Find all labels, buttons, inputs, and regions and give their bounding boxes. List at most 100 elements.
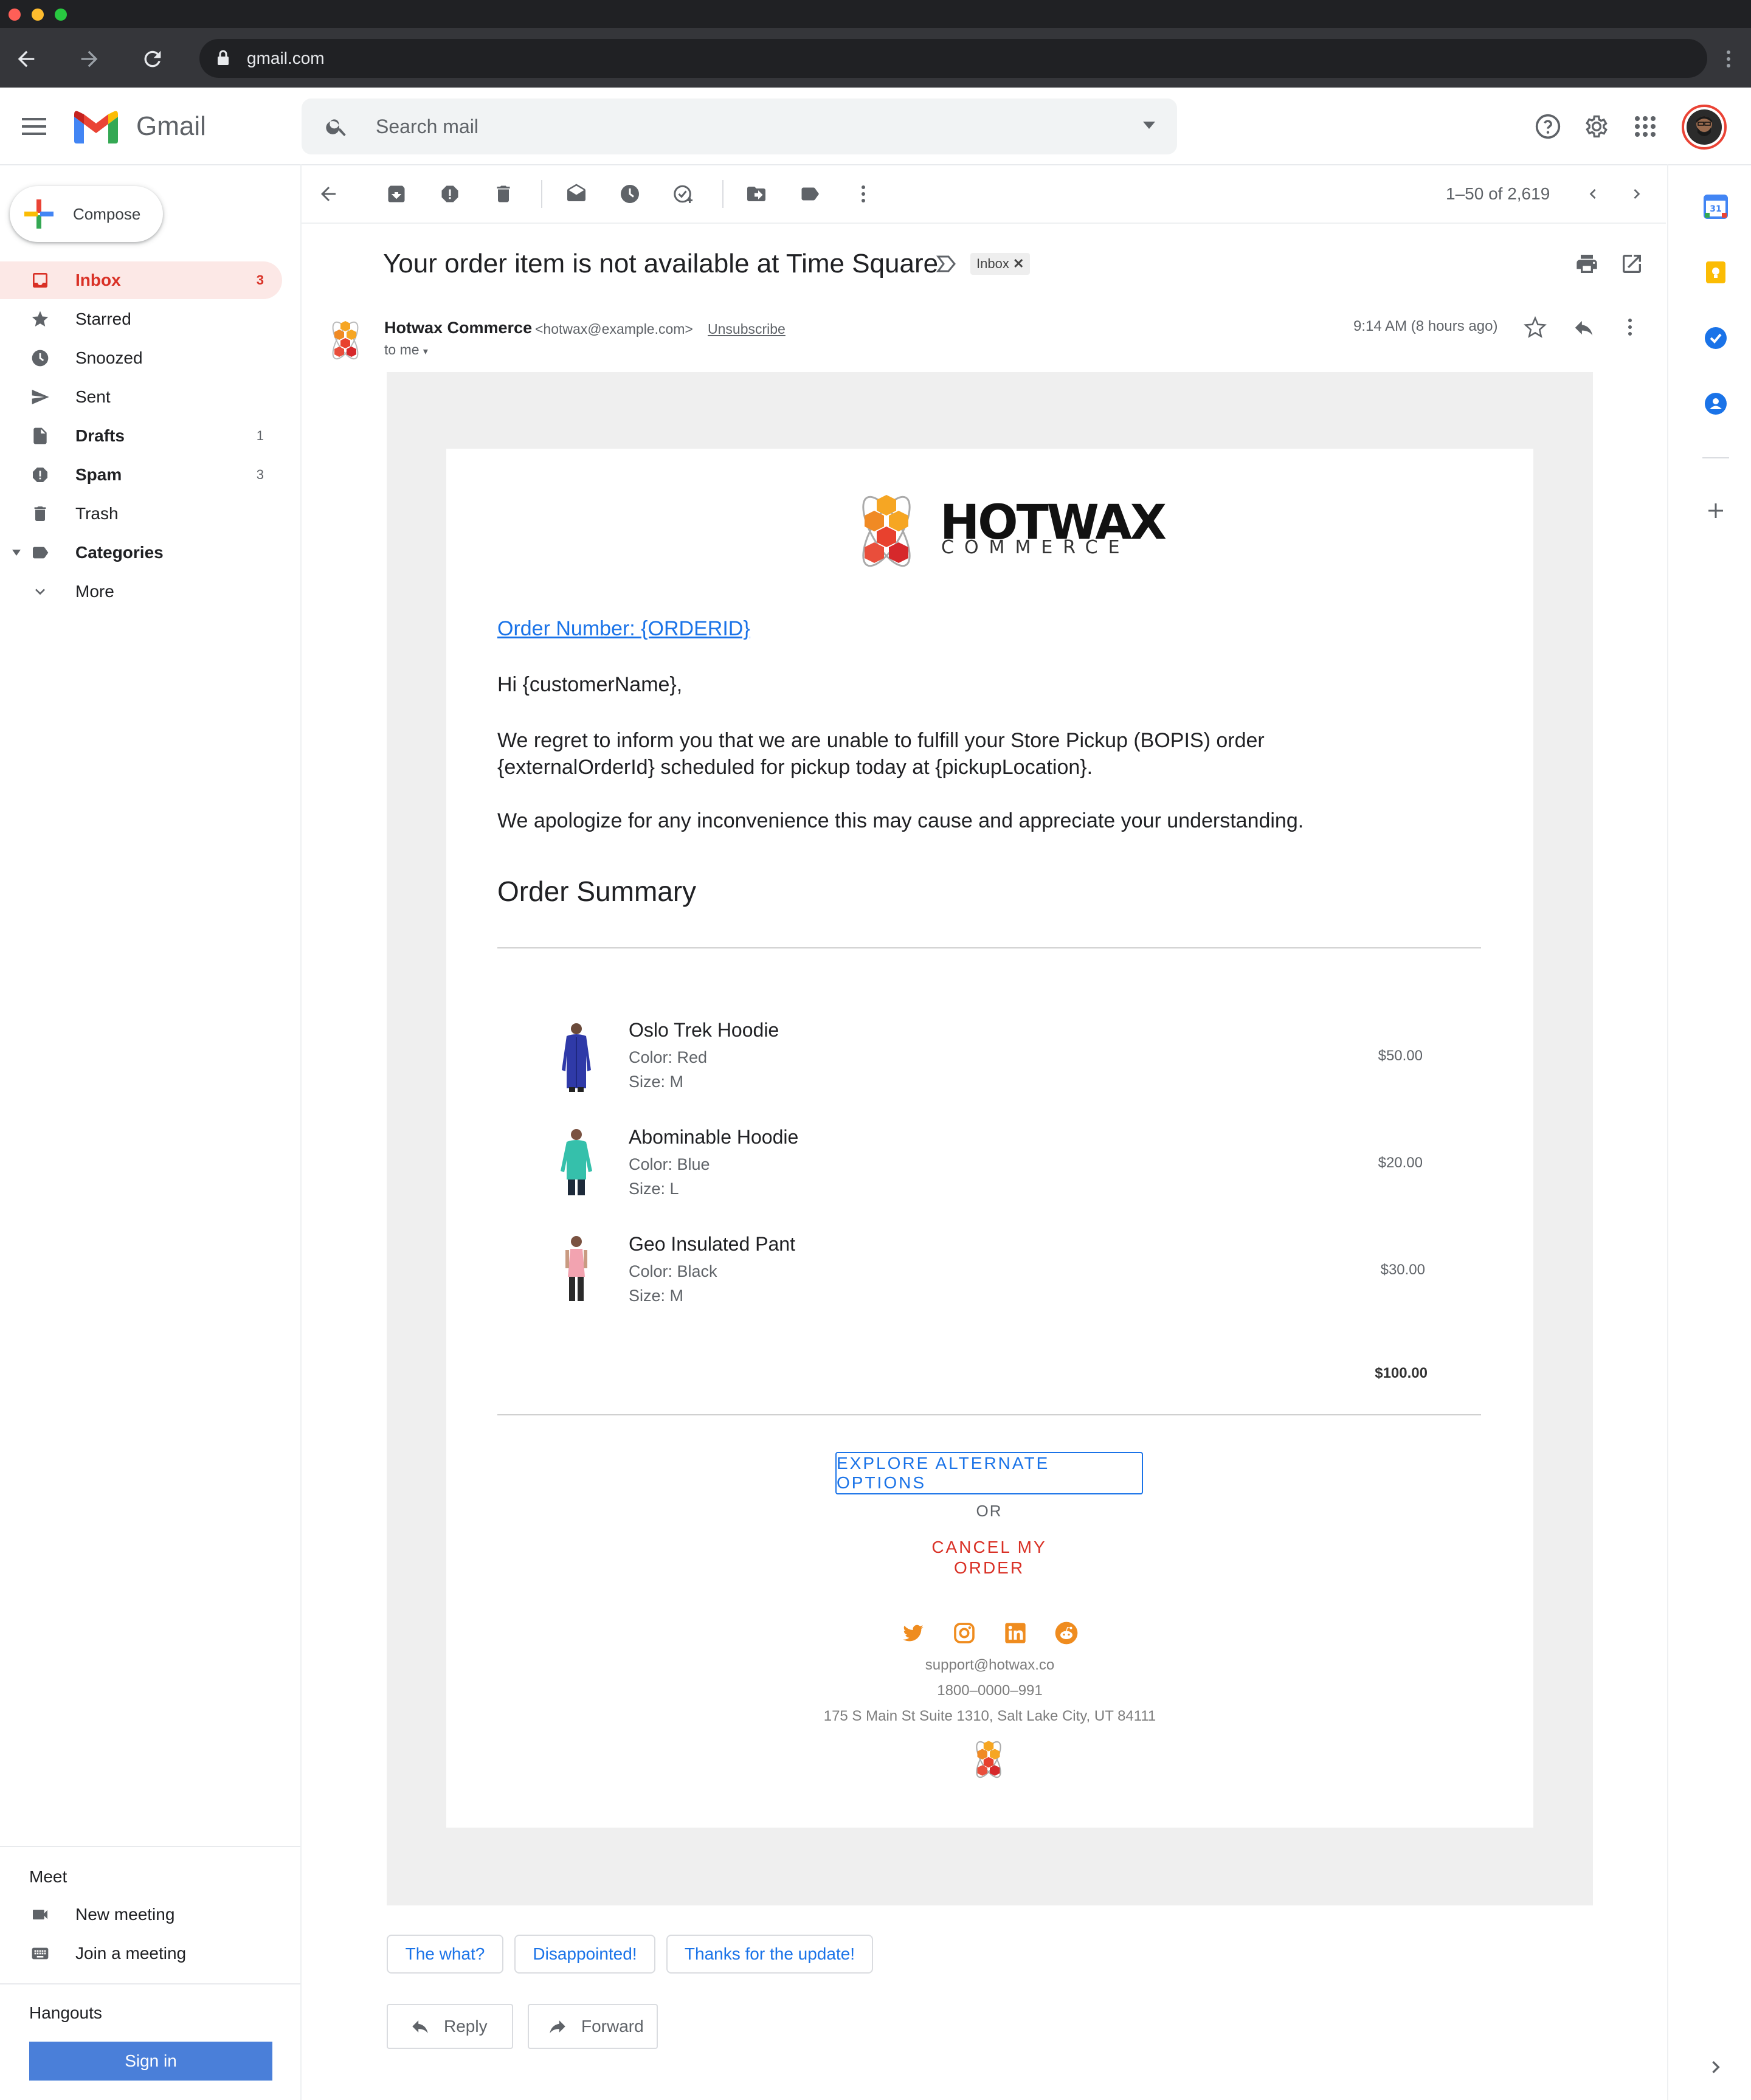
show-side-panel-icon[interactable] [1704,2055,1728,2079]
sidebar-item-snoozed[interactable]: Snoozed [0,339,282,377]
add-to-tasks-button[interactable] [670,181,697,207]
join-meeting-label: Join a meeting [75,1944,187,1963]
quick-reply-button[interactable] [1572,316,1595,339]
move-to-folder-icon [747,187,765,201]
sidebar-item-spam[interactable]: Spam 3 [0,456,282,494]
tasks-icon[interactable] [1704,326,1728,350]
instagram-icon[interactable] [952,1621,976,1645]
explore-alternate-options-button[interactable]: EXPLORE ALTERNATE OPTIONS [835,1452,1143,1494]
apps-grid-icon[interactable] [1634,116,1656,137]
email-content-card [446,449,1533,1828]
spam-icon [441,185,458,202]
sidebar-item-trash[interactable]: Trash [0,495,282,533]
sidebar-item-more[interactable]: More [0,573,282,610]
mark-unread-button[interactable] [563,181,590,207]
search-icon[interactable] [325,114,349,139]
linkedin-icon[interactable] [1003,1621,1027,1645]
browser-reload-button[interactable] [136,43,169,75]
inbox-icon [33,273,47,288]
caret-down-icon [12,550,21,556]
archive-button[interactable] [383,181,410,207]
search-options-icon[interactable] [1143,122,1155,129]
smart-reply-chip[interactable]: Thanks for the update! [666,1935,873,1974]
forward-button[interactable]: Forward [528,2004,658,2049]
close-window-button[interactable] [9,9,21,21]
item-name: Abominable Hoodie [629,1126,799,1148]
label-chip-text: Inbox [976,256,1009,271]
reddit-icon[interactable] [1054,1621,1079,1645]
smart-reply-chip[interactable]: Disappointed! [514,1935,655,1974]
new-meeting-link[interactable]: New meeting [0,1896,282,1933]
hangouts-sign-in-button[interactable]: Sign in [29,2042,272,2081]
clock-icon [621,185,639,203]
keep-icon[interactable] [1704,260,1728,285]
add-addon-icon[interactable] [1704,499,1728,523]
snooze-button[interactable] [616,181,643,207]
body-paragraph: We apologize for any inconvenience this … [497,809,1304,832]
item-color: Color: Blue [629,1155,710,1173]
lock-icon [216,50,230,66]
importance-marker-icon[interactable] [936,254,957,274]
greeting-text: Hi {customerName}, [497,673,683,696]
main-menu-icon[interactable] [22,117,46,136]
account-avatar[interactable] [1682,105,1727,150]
trash-icon [34,506,46,521]
smart-reply-chip[interactable]: The what? [387,1935,503,1974]
item-size: Size: M [629,1072,684,1091]
recipient-details[interactable]: to me ▾ [384,340,428,361]
video-camera-icon [33,1910,47,1919]
older-button[interactable] [1623,181,1650,207]
spam-count: 3 [256,467,264,482]
side-panel-border [1667,164,1668,2100]
contacts-icon[interactable] [1704,392,1728,416]
reply-button[interactable]: Reply [387,2004,513,2049]
remove-label-icon[interactable]: ✕ [1013,256,1024,271]
sidebar-item-label: Inbox [75,271,121,289]
item-name: Geo Insulated Pant [629,1233,795,1255]
twitter-icon[interactable] [901,1621,925,1645]
newer-button[interactable] [1580,181,1606,207]
label-chip-inbox[interactable]: Inbox ✕ [970,253,1031,275]
sidebar-item-starred[interactable]: Starred [0,300,282,338]
address-bar[interactable] [199,39,1707,78]
move-to-button[interactable] [743,181,770,207]
cancel-order-link[interactable]: CANCEL MY ORDER [900,1537,1079,1578]
open-new-window-button[interactable] [1620,252,1644,276]
report-spam-button[interactable] [437,181,463,207]
maximize-window-button[interactable] [55,9,67,21]
browser-back-button[interactable] [10,43,43,75]
keyboard-icon [32,1947,49,1960]
unsubscribe-link[interactable]: Unsubscribe [708,320,786,338]
support-email[interactable]: support@hotwax.co [446,1656,1533,1674]
back-to-inbox-button[interactable] [315,181,342,207]
hotwax-logo-icon [845,486,928,576]
sidebar-item-sent[interactable]: Sent [0,378,282,416]
label-icon [801,187,819,201]
labels-button[interactable] [796,181,823,207]
star-button[interactable] [1524,316,1547,339]
logo-subtitle: COMMERCE [941,537,1130,558]
join-meeting-link[interactable]: Join a meeting [0,1935,282,1972]
order-number-link[interactable]: Order Number: {ORDERID} [497,615,750,642]
minimize-window-button[interactable] [32,9,44,21]
sidebar-item-inbox[interactable]: Inbox 3 [0,261,282,299]
settings-gear-icon[interactable] [1583,113,1610,140]
browser-forward-button[interactable] [73,43,106,75]
sidebar-item-drafts[interactable]: Drafts 1 [0,417,282,455]
more-actions-button[interactable] [850,181,877,207]
print-icon [1577,255,1597,273]
delete-button[interactable] [490,181,517,207]
print-button[interactable] [1575,252,1599,276]
help-icon[interactable] [1535,113,1561,140]
toolbar-divider [722,180,724,208]
archive-icon [388,185,405,202]
browser-menu-icon[interactable] [1724,49,1733,69]
unread-count: 3 [256,272,264,288]
search-input[interactable]: Search mail [376,113,478,140]
sidebar-item-categories[interactable]: Categories [0,534,282,572]
calendar-icon[interactable]: 31 [1704,195,1728,219]
sender-avatar[interactable] [322,315,368,366]
message-more-button[interactable] [1627,317,1633,337]
sidebar-item-label: Sent [75,387,111,406]
gmail-logo-icon[interactable] [74,111,118,143]
